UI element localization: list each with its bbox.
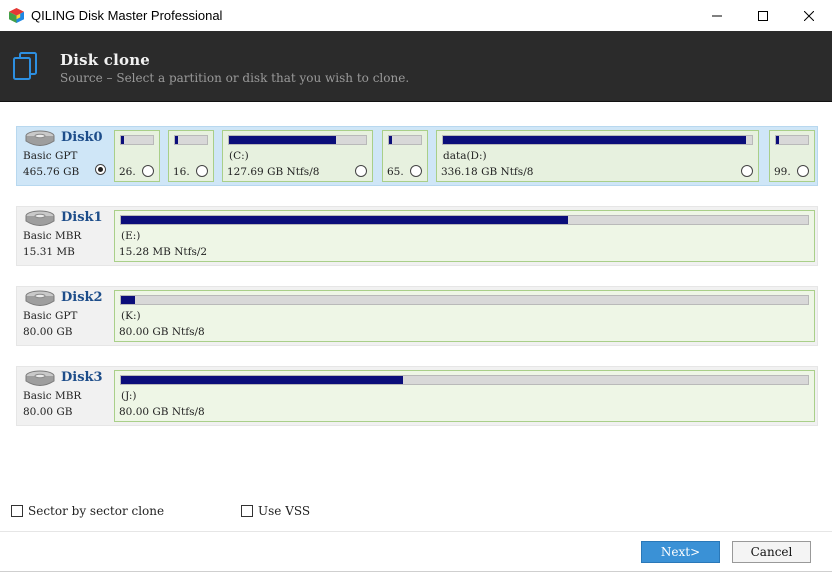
partition-info: 80.00 GB Ntfs/8 xyxy=(119,406,205,418)
use-vss-checkbox[interactable] xyxy=(241,505,253,517)
partition-radio[interactable] xyxy=(797,165,809,177)
partition-usage-fill xyxy=(121,376,403,384)
disk-info: Disk2 Basic GPT 80.00 GB xyxy=(17,287,113,345)
next-button[interactable]: Next> xyxy=(641,541,720,563)
partition-usage-fill xyxy=(121,216,568,224)
page-subtitle: Source – Select a partition or disk that… xyxy=(60,71,410,85)
disk-clone-icon xyxy=(13,52,37,80)
partition-info: 99. xyxy=(774,166,791,178)
disk-size: 80.00 GB xyxy=(23,406,73,418)
disk-row-disk2[interactable]: Disk2 Basic GPT 80.00 GB (K:) 80.00 GB N… xyxy=(16,286,818,346)
partition-label: (J:) xyxy=(121,390,137,402)
partition-info: 16. xyxy=(173,166,190,178)
partition-info: 80.00 GB Ntfs/8 xyxy=(119,326,205,338)
partition-label: (E:) xyxy=(121,230,141,242)
disk-type: Basic GPT xyxy=(23,310,78,322)
partition-usage-bar xyxy=(388,135,422,145)
disk-name: Disk3 xyxy=(61,370,103,385)
disk-type: Basic MBR xyxy=(23,390,82,402)
partition-info: 65. xyxy=(387,166,404,178)
partition-radio[interactable] xyxy=(741,165,753,177)
partition-usage-bar xyxy=(120,215,809,225)
partition-radio[interactable] xyxy=(355,165,367,177)
disk-type: Basic MBR xyxy=(23,230,82,242)
partition-info: 336.18 GB Ntfs/8 xyxy=(441,166,534,178)
cancel-button[interactable]: Cancel xyxy=(732,541,811,563)
partition-usage-bar xyxy=(120,375,809,385)
partition-disk0-1[interactable]: 26. xyxy=(114,130,160,182)
partition-usage-bar xyxy=(120,135,154,145)
partition-disk0-2[interactable]: 16. xyxy=(168,130,214,182)
maximize-icon xyxy=(758,10,768,21)
title-bar: QILING Disk Master Professional xyxy=(0,0,832,31)
partition-label: (C:) xyxy=(229,150,249,162)
partition-info: 127.69 GB Ntfs/8 xyxy=(227,166,320,178)
footer-divider xyxy=(0,531,832,532)
maximize-button[interactable] xyxy=(740,0,786,31)
partition-disk1-e[interactable]: (E:) 15.28 MB Ntfs/2 xyxy=(114,210,815,262)
disk-radio-selected[interactable] xyxy=(95,164,106,175)
disk-info: Disk0 Basic GPT 465.76 GB xyxy=(17,127,113,185)
partition-radio[interactable] xyxy=(410,165,422,177)
partition-disk3-j[interactable]: (J:) 80.00 GB Ntfs/8 xyxy=(114,370,815,422)
use-vss-option[interactable]: Use VSS xyxy=(241,504,310,518)
close-button[interactable] xyxy=(786,0,832,31)
partition-usage-fill xyxy=(776,136,780,144)
partition-label: data(D:) xyxy=(443,150,487,162)
partition-disk0-4[interactable]: 65. xyxy=(382,130,428,182)
disk-name: Disk2 xyxy=(61,290,103,305)
hard-drive-icon xyxy=(25,290,55,306)
hard-drive-icon xyxy=(25,370,55,386)
partition-disk0-6[interactable]: 99. xyxy=(769,130,815,182)
partition-disk0-c[interactable]: (C:) 127.69 GB Ntfs/8 xyxy=(222,130,373,182)
minimize-icon xyxy=(712,15,722,16)
disk-size: 465.76 GB xyxy=(23,166,80,178)
disk-name: Disk0 xyxy=(61,130,103,145)
partition-disk2-k[interactable]: (K:) 80.00 GB Ntfs/8 xyxy=(114,290,815,342)
sector-clone-option[interactable]: Sector by sector clone xyxy=(11,504,164,518)
disk-row-disk1[interactable]: Disk1 Basic MBR 15.31 MB (E:) 15.28 MB N… xyxy=(16,206,818,266)
partition-usage-bar xyxy=(442,135,753,145)
app-logo-icon xyxy=(9,8,24,23)
partition-radio[interactable] xyxy=(142,165,154,177)
disk-name: Disk1 xyxy=(61,210,103,225)
disk-info: Disk1 Basic MBR 15.31 MB xyxy=(17,207,113,265)
partition-usage-fill xyxy=(121,136,124,144)
disk-size: 15.31 MB xyxy=(23,246,75,258)
partition-usage-bar xyxy=(174,135,208,145)
page-title: Disk clone xyxy=(60,51,151,69)
partition-radio[interactable] xyxy=(196,165,208,177)
partition-usage-fill xyxy=(443,136,746,144)
disk-info: Disk3 Basic MBR 80.00 GB xyxy=(17,367,113,425)
disk-row-disk0[interactable]: Disk0 Basic GPT 465.76 GB 26. 16. (C:) 1… xyxy=(16,126,818,186)
hard-drive-icon xyxy=(25,210,55,226)
disk-type: Basic GPT xyxy=(23,150,78,162)
partition-usage-bar xyxy=(120,295,809,305)
partition-usage-fill xyxy=(121,296,135,304)
partition-usage-fill xyxy=(175,136,178,144)
use-vss-label: Use VSS xyxy=(258,504,311,518)
partition-disk0-d[interactable]: data(D:) 336.18 GB Ntfs/8 xyxy=(436,130,759,182)
minimize-button[interactable] xyxy=(694,0,740,31)
partition-usage-bar xyxy=(228,135,367,145)
partition-usage-fill xyxy=(389,136,393,144)
partition-label: (K:) xyxy=(121,310,141,322)
sector-clone-label: Sector by sector clone xyxy=(28,504,165,518)
disk-row-disk3[interactable]: Disk3 Basic MBR 80.00 GB (J:) 80.00 GB N… xyxy=(16,366,818,426)
partition-usage-fill xyxy=(229,136,336,144)
partition-usage-bar xyxy=(775,135,809,145)
hard-drive-icon xyxy=(25,130,55,146)
partition-info: 15.28 MB Ntfs/2 xyxy=(119,246,208,258)
window-title: QILING Disk Master Professional xyxy=(31,8,223,23)
close-icon xyxy=(804,10,814,21)
disk-size: 80.00 GB xyxy=(23,326,73,338)
wizard-header: Disk clone Source – Select a partition o… xyxy=(0,31,832,102)
partition-info: 26. xyxy=(119,166,136,178)
sector-clone-checkbox[interactable] xyxy=(11,505,23,517)
